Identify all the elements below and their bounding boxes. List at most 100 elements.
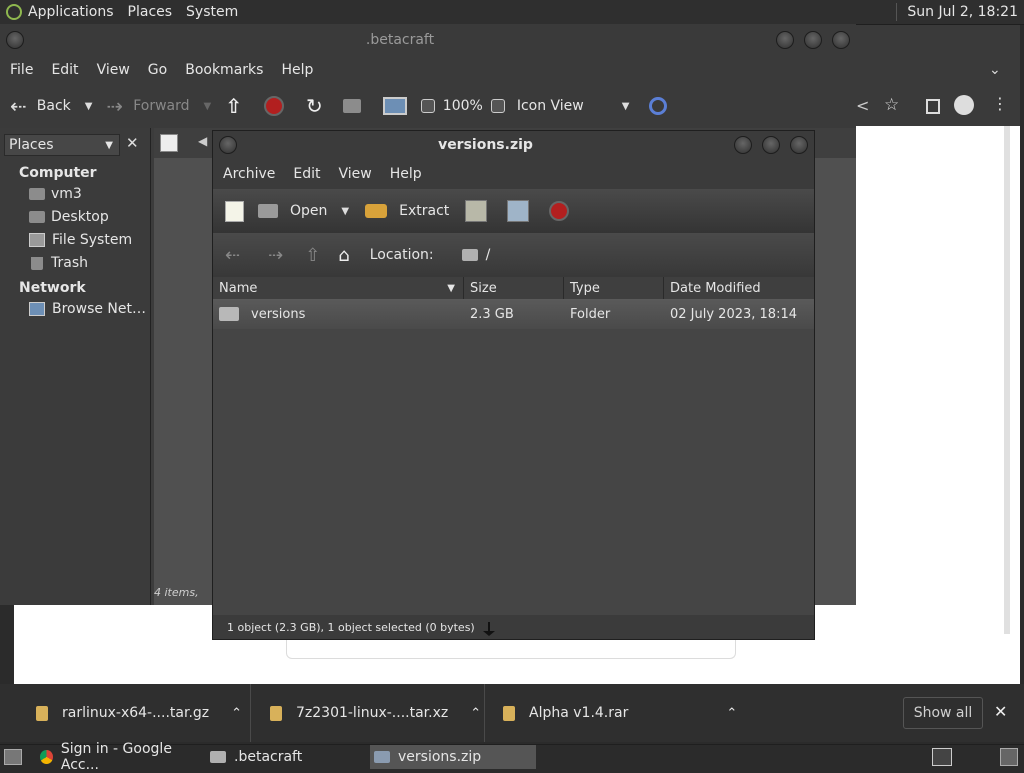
menu-system[interactable]: System [186, 4, 238, 20]
menu-edit[interactable]: Edit [293, 166, 320, 182]
new-archive-icon[interactable] [225, 200, 244, 222]
maximize-button[interactable] [804, 31, 822, 49]
home-icon[interactable]: ⌂ [338, 245, 349, 266]
edit-location-icon[interactable] [160, 134, 178, 152]
sidebar-item-vm3[interactable]: vm3 [29, 186, 82, 202]
window-title: .betacraft [365, 32, 435, 48]
chevron-down-icon[interactable]: ⌄ [989, 62, 1001, 78]
window-menu-button[interactable] [219, 136, 237, 154]
column-type[interactable]: Type [564, 277, 664, 299]
chevron-up-icon[interactable]: ⌃ [470, 706, 481, 721]
download-item-alpha[interactable]: Alpha v1.4.rar ⌃ [503, 684, 737, 742]
status-text: 4 items, [154, 586, 199, 599]
file-list[interactable] [213, 329, 814, 611]
maximize-button[interactable] [762, 136, 780, 154]
task-betacraft[interactable]: .betacraft [210, 745, 370, 769]
zoom-level: 100% [442, 98, 483, 114]
minimize-button[interactable] [776, 31, 794, 49]
extract-button[interactable]: Extract [365, 203, 449, 219]
row-name: versions [251, 306, 306, 322]
minimize-button[interactable] [734, 136, 752, 154]
stop-icon[interactable] [549, 201, 570, 221]
sidebar-item-label: Desktop [51, 209, 109, 225]
menu-view[interactable]: View [97, 62, 130, 78]
archive-location-bar: ⇠ ⇢ ⇧ ⌂ Location: / [213, 233, 814, 277]
back-dropdown-icon[interactable]: ▼ [85, 101, 93, 112]
open-dropdown-icon[interactable]: ▼ [341, 206, 349, 217]
computer-icon[interactable] [382, 97, 407, 115]
close-icon[interactable]: ✕ [994, 702, 1007, 721]
more-menu-icon[interactable]: ⋮ [992, 94, 1008, 113]
close-button[interactable] [790, 136, 808, 154]
download-filename: rarlinux-x64-....tar.gz [62, 705, 210, 721]
archive-titlebar[interactable]: versions.zip [213, 131, 814, 159]
menu-file[interactable]: File [10, 62, 33, 78]
menu-bookmarks[interactable]: Bookmarks [185, 62, 263, 78]
menu-view[interactable]: View [339, 166, 372, 182]
sidebar-item-desktop[interactable]: Desktop [29, 209, 109, 225]
forward-icon[interactable]: ⇢ [268, 245, 283, 266]
add-files-icon[interactable] [465, 200, 488, 222]
up-icon[interactable]: ⇧ [225, 94, 242, 118]
forward-dropdown-icon[interactable]: ▼ [204, 101, 212, 112]
sidebar-item-browse-network[interactable]: Browse Net… [29, 301, 146, 317]
stop-icon[interactable] [264, 96, 285, 116]
clock[interactable]: Sun Jul 2, 18:21 [907, 4, 1018, 20]
forward-button[interactable]: ⇢ Forward ▼ [106, 94, 211, 118]
menu-applications[interactable]: Applications [28, 4, 114, 20]
download-item-rarlinux[interactable]: rarlinux-x64-....tar.gz ⌃ [36, 684, 242, 742]
download-item-7z[interactable]: 7z2301-linux-....tar.xz ⌃ [270, 684, 481, 742]
browser-scrollbar[interactable] [1004, 124, 1010, 634]
back-button[interactable]: ⇠ Back ▼ [10, 94, 92, 118]
show-desktop-icon[interactable] [4, 749, 22, 765]
close-button[interactable] [832, 31, 850, 49]
sidebar: Places ▼ ✕ Computer vm3 Desktop File Sys… [0, 128, 151, 605]
menu-go[interactable]: Go [148, 62, 167, 78]
trash-applet-icon[interactable] [1000, 748, 1018, 766]
search-icon[interactable] [649, 97, 668, 115]
menu-places[interactable]: Places [128, 4, 173, 20]
star-icon[interactable]: ☆ [884, 95, 899, 115]
up-icon[interactable]: ⇧ [305, 245, 320, 266]
column-date[interactable]: Date Modified [664, 277, 814, 299]
task-versions-zip[interactable]: versions.zip [370, 745, 536, 769]
menu-edit[interactable]: Edit [51, 62, 78, 78]
chrome-icon [40, 750, 53, 764]
home-folder-icon[interactable] [342, 99, 361, 113]
open-button[interactable]: Open [258, 203, 327, 219]
sidepanel-icon[interactable] [926, 99, 940, 114]
menu-help[interactable]: Help [390, 166, 422, 182]
chevron-up-icon[interactable]: ⌃ [231, 706, 242, 721]
file-icon [36, 705, 48, 721]
task-label: .betacraft [234, 749, 303, 765]
add-folder-icon[interactable] [507, 200, 530, 222]
top-panel: Applications Places System Sun Jul 2, 18… [0, 0, 1024, 25]
sidebar-item-file-system[interactable]: File System [29, 232, 132, 248]
view-mode-select[interactable]: Icon View ▼ [517, 98, 630, 114]
location-path[interactable]: / [486, 247, 491, 263]
column-name[interactable]: Name ▼ [213, 277, 464, 299]
show-all-button[interactable]: Show all [903, 697, 983, 729]
places-selector[interactable]: Places ▼ [4, 134, 120, 156]
zoom-in-icon[interactable] [490, 99, 505, 113]
column-size[interactable]: Size [464, 277, 564, 299]
download-filename: 7z2301-linux-....tar.xz [296, 705, 449, 721]
chevron-up-icon[interactable]: ⌃ [726, 706, 737, 721]
back-icon[interactable]: ⇠ [225, 245, 240, 266]
share-icon[interactable]: < [856, 96, 869, 115]
distro-logo-icon[interactable] [6, 4, 22, 20]
task-chrome[interactable]: Sign in - Google Acc... [40, 741, 202, 773]
menu-archive[interactable]: Archive [223, 166, 275, 182]
sidebar-item-trash[interactable]: Trash [29, 255, 88, 271]
close-sidebar-icon[interactable]: ✕ [126, 134, 139, 152]
reload-icon[interactable]: ↻ [306, 94, 323, 118]
browser-toolbar: < ☆ ⋮ [856, 88, 1020, 126]
workspace-switcher-icon[interactable] [932, 748, 952, 766]
window-menu-button[interactable] [6, 31, 24, 49]
file-manager-titlebar[interactable]: .betacraft [0, 24, 856, 56]
table-row[interactable]: versions 2.3 GB Folder 02 July 2023, 18:… [213, 299, 814, 329]
menu-help[interactable]: Help [281, 62, 313, 78]
avatar-icon[interactable] [954, 95, 974, 115]
path-back-icon[interactable]: ◀ [198, 134, 207, 148]
zoom-out-icon[interactable] [420, 99, 435, 113]
